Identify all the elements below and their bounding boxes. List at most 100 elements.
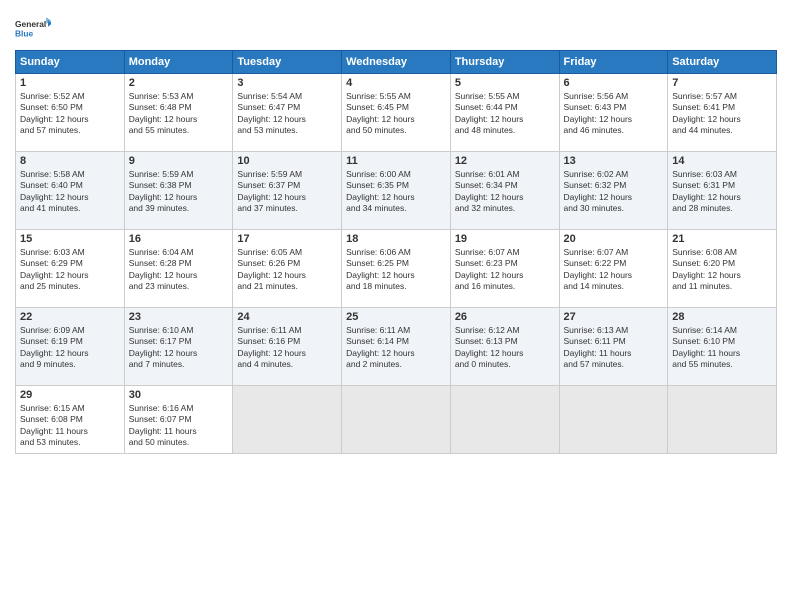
day-number: 9 xyxy=(129,155,229,167)
calendar-header-friday: Friday xyxy=(559,51,668,74)
calendar-cell: 10 Sunrise: 5:59 AMSunset: 6:37 PMDayligh… xyxy=(233,152,342,230)
day-info: Sunrise: 6:10 AMSunset: 6:17 PMDaylight:… xyxy=(129,325,229,371)
day-number: 2 xyxy=(129,77,229,89)
calendar-cell: 7Sunrise: 5:57 AMSunset: 6:41 PMDaylight… xyxy=(668,74,777,152)
day-number: 3 xyxy=(237,77,337,89)
day-number: 19 xyxy=(455,233,555,245)
day-number: 14 xyxy=(672,155,772,167)
calendar-cell: 26 Sunrise: 6:12 AMSunset: 6:13 PMDayligh… xyxy=(450,308,559,386)
calendar-header-sunday: Sunday xyxy=(16,51,125,74)
calendar-week-1: 1 Sunrise: 5:52 AMSunset: 6:50 PMDaylight… xyxy=(16,74,777,152)
calendar-header-tuesday: Tuesday xyxy=(233,51,342,74)
calendar-cell: 20Sunrise: 6:07 AMSunset: 6:22 PMDayligh… xyxy=(559,230,668,308)
day-number: 1 xyxy=(20,77,120,89)
day-number: 4 xyxy=(346,77,446,89)
svg-text:General: General xyxy=(15,19,46,29)
day-number: 30 xyxy=(129,389,229,401)
day-number: 6 xyxy=(564,77,664,89)
day-number: 10 xyxy=(237,155,337,167)
calendar-header-row: SundayMondayTuesdayWednesdayThursdayFrid… xyxy=(16,51,777,74)
day-info: Sunrise: 5:53 AMSunset: 6:48 PMDaylight:… xyxy=(129,91,229,137)
day-info: Sunrise: 6:08 AMSunset: 6:20 PMDaylight:… xyxy=(672,247,772,293)
calendar-cell: 23 Sunrise: 6:10 AMSunset: 6:17 PMDayligh… xyxy=(124,308,233,386)
calendar-cell: 6 Sunrise: 5:56 AMSunset: 6:43 PMDaylight… xyxy=(559,74,668,152)
calendar-cell: 14Sunrise: 6:03 AMSunset: 6:31 PMDayligh… xyxy=(668,152,777,230)
calendar-cell: 15Sunrise: 6:03 AMSunset: 6:29 PMDayligh… xyxy=(16,230,125,308)
day-info: Sunrise: 5:52 AMSunset: 6:50 PMDaylight:… xyxy=(20,91,120,137)
day-number: 7 xyxy=(672,77,772,89)
calendar-cell xyxy=(233,386,342,454)
day-number: 18 xyxy=(346,233,446,245)
day-info: Sunrise: 6:11 AMSunset: 6:14 PMDaylight:… xyxy=(346,325,446,371)
day-number: 8 xyxy=(20,155,120,167)
logo: General Blue xyxy=(15,10,51,46)
day-number: 17 xyxy=(237,233,337,245)
day-number: 26 xyxy=(455,311,555,323)
day-number: 22 xyxy=(20,311,120,323)
calendar-cell: 17 Sunrise: 6:05 AMSunset: 6:26 PMDayligh… xyxy=(233,230,342,308)
calendar-cell xyxy=(559,386,668,454)
day-info: Sunrise: 6:06 AMSunset: 6:25 PMDaylight:… xyxy=(346,247,446,293)
calendar-cell: 19 Sunrise: 6:07 AMSunset: 6:23 PMDayligh… xyxy=(450,230,559,308)
calendar-cell: 1 Sunrise: 5:52 AMSunset: 6:50 PMDaylight… xyxy=(16,74,125,152)
day-info: Sunrise: 6:05 AMSunset: 6:26 PMDaylight:… xyxy=(237,247,337,293)
calendar-cell xyxy=(668,386,777,454)
calendar-header-thursday: Thursday xyxy=(450,51,559,74)
svg-text:Blue: Blue xyxy=(15,28,34,38)
header: General Blue xyxy=(15,10,777,46)
calendar-body: 1 Sunrise: 5:52 AMSunset: 6:50 PMDaylight… xyxy=(16,74,777,454)
day-info: Sunrise: 6:00 AMSunset: 6:35 PMDaylight:… xyxy=(346,169,446,215)
calendar-cell: 30 Sunrise: 6:16 AMSunset: 6:07 PMDayligh… xyxy=(124,386,233,454)
day-number: 11 xyxy=(346,155,446,167)
calendar-cell: 4Sunrise: 5:55 AMSunset: 6:45 PMDaylight… xyxy=(342,74,451,152)
calendar: SundayMondayTuesdayWednesdayThursdayFrid… xyxy=(15,50,777,454)
calendar-cell: 25 Sunrise: 6:11 AMSunset: 6:14 PMDayligh… xyxy=(342,308,451,386)
page: General Blue SundayMondayTuesdayWednesda… xyxy=(0,0,792,612)
calendar-cell: 5Sunrise: 5:55 AMSunset: 6:44 PMDaylight… xyxy=(450,74,559,152)
day-info: Sunrise: 6:07 AMSunset: 6:23 PMDaylight:… xyxy=(455,247,555,293)
day-info: Sunrise: 6:07 AMSunset: 6:22 PMDaylight:… xyxy=(564,247,664,293)
day-info: Sunrise: 6:12 AMSunset: 6:13 PMDaylight:… xyxy=(455,325,555,371)
logo-svg: General Blue xyxy=(15,10,51,46)
day-info: Sunrise: 5:56 AMSunset: 6:43 PMDaylight:… xyxy=(564,91,664,137)
calendar-header-monday: Monday xyxy=(124,51,233,74)
day-info: Sunrise: 6:03 AMSunset: 6:29 PMDaylight:… xyxy=(20,247,120,293)
calendar-week-4: 22 Sunrise: 6:09 AMSunset: 6:19 PMDayligh… xyxy=(16,308,777,386)
calendar-week-3: 15Sunrise: 6:03 AMSunset: 6:29 PMDayligh… xyxy=(16,230,777,308)
day-number: 29 xyxy=(20,389,120,401)
calendar-cell: 22 Sunrise: 6:09 AMSunset: 6:19 PMDayligh… xyxy=(16,308,125,386)
day-info: Sunrise: 6:01 AMSunset: 6:34 PMDaylight:… xyxy=(455,169,555,215)
day-number: 13 xyxy=(564,155,664,167)
day-info: Sunrise: 6:15 AMSunset: 6:08 PMDaylight:… xyxy=(20,403,120,449)
calendar-cell: 11 Sunrise: 6:00 AMSunset: 6:35 PMDayligh… xyxy=(342,152,451,230)
day-info: Sunrise: 6:11 AMSunset: 6:16 PMDaylight:… xyxy=(237,325,337,371)
day-info: Sunrise: 5:59 AMSunset: 6:37 PMDaylight:… xyxy=(237,169,337,215)
calendar-week-2: 8Sunrise: 5:58 AMSunset: 6:40 PMDaylight… xyxy=(16,152,777,230)
day-info: Sunrise: 6:04 AMSunset: 6:28 PMDaylight:… xyxy=(129,247,229,293)
calendar-header-wednesday: Wednesday xyxy=(342,51,451,74)
calendar-header-saturday: Saturday xyxy=(668,51,777,74)
day-info: Sunrise: 6:09 AMSunset: 6:19 PMDaylight:… xyxy=(20,325,120,371)
day-number: 27 xyxy=(564,311,664,323)
day-number: 28 xyxy=(672,311,772,323)
day-number: 25 xyxy=(346,311,446,323)
day-number: 12 xyxy=(455,155,555,167)
day-info: Sunrise: 5:55 AMSunset: 6:44 PMDaylight:… xyxy=(455,91,555,137)
calendar-cell: 3 Sunrise: 5:54 AMSunset: 6:47 PMDaylight… xyxy=(233,74,342,152)
day-info: Sunrise: 6:16 AMSunset: 6:07 PMDaylight:… xyxy=(129,403,229,449)
calendar-cell: 2 Sunrise: 5:53 AMSunset: 6:48 PMDaylight… xyxy=(124,74,233,152)
day-info: Sunrise: 6:13 AMSunset: 6:11 PMDaylight:… xyxy=(564,325,664,371)
day-number: 24 xyxy=(237,311,337,323)
calendar-cell: 9 Sunrise: 5:59 AMSunset: 6:38 PMDaylight… xyxy=(124,152,233,230)
day-info: Sunrise: 5:59 AMSunset: 6:38 PMDaylight:… xyxy=(129,169,229,215)
day-info: Sunrise: 5:54 AMSunset: 6:47 PMDaylight:… xyxy=(237,91,337,137)
calendar-cell xyxy=(342,386,451,454)
calendar-cell: 12 Sunrise: 6:01 AMSunset: 6:34 PMDayligh… xyxy=(450,152,559,230)
calendar-week-5: 29 Sunrise: 6:15 AMSunset: 6:08 PMDayligh… xyxy=(16,386,777,454)
calendar-cell: 13Sunrise: 6:02 AMSunset: 6:32 PMDayligh… xyxy=(559,152,668,230)
calendar-cell: 29 Sunrise: 6:15 AMSunset: 6:08 PMDayligh… xyxy=(16,386,125,454)
calendar-cell: 8Sunrise: 5:58 AMSunset: 6:40 PMDaylight… xyxy=(16,152,125,230)
day-number: 23 xyxy=(129,311,229,323)
calendar-cell: 24 Sunrise: 6:11 AMSunset: 6:16 PMDayligh… xyxy=(233,308,342,386)
calendar-cell: 16Sunrise: 6:04 AMSunset: 6:28 PMDayligh… xyxy=(124,230,233,308)
